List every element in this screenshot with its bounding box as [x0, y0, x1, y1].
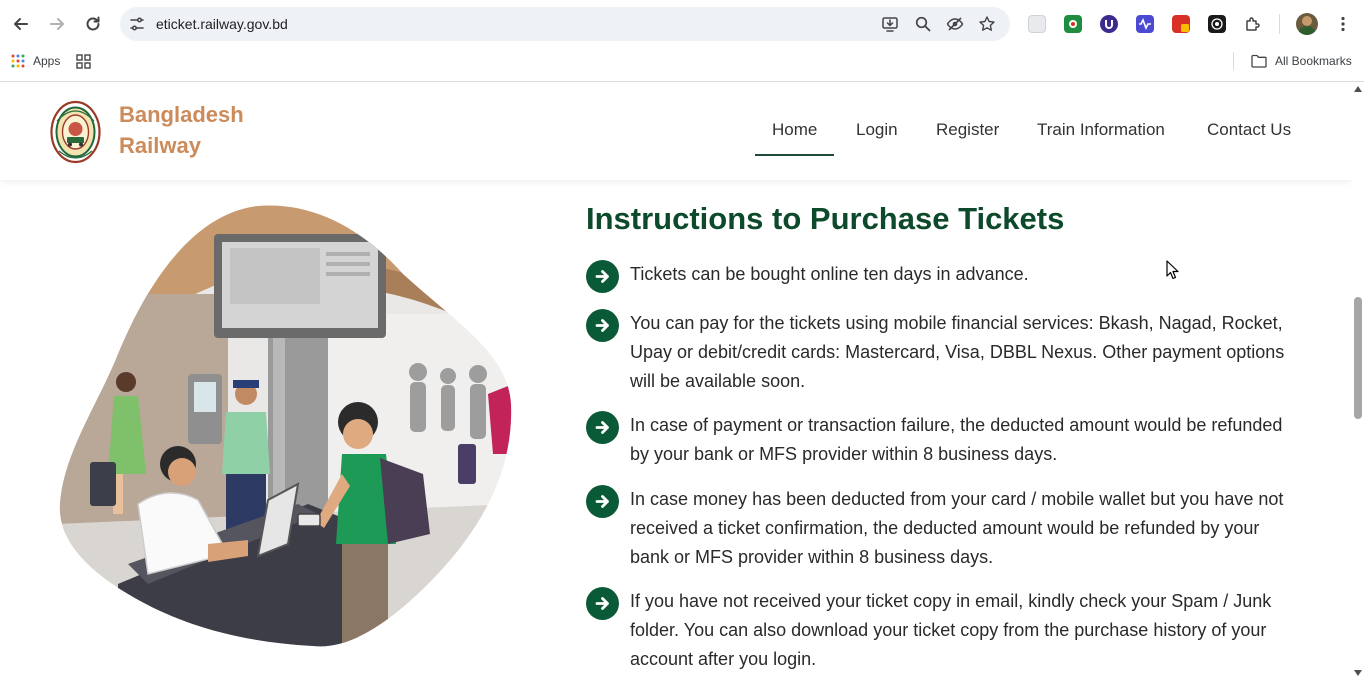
- bookmarks-bar: Apps All Bookmarks: [0, 48, 1364, 74]
- site-header: Bangladesh Railway Home Login Register T…: [0, 82, 1352, 180]
- menu-icon[interactable]: [1334, 15, 1352, 33]
- nav-register[interactable]: Register: [936, 120, 999, 140]
- url-text[interactable]: eticket.railway.gov.bd: [156, 16, 288, 32]
- nav-train-information[interactable]: Train Information: [1037, 120, 1165, 140]
- tab-groups-icon[interactable]: [76, 54, 91, 69]
- instruction-text: If you have not received your ticket cop…: [630, 591, 1272, 669]
- instruction-text: You can pay for the tickets using mobile…: [630, 313, 1285, 391]
- avatar[interactable]: [1296, 13, 1318, 35]
- arrow-right-circle-icon: [586, 485, 619, 518]
- page-scrollbar[interactable]: [1352, 82, 1364, 680]
- browser-toolbar: eticket.railway.gov.bd: [0, 0, 1364, 48]
- nav-login[interactable]: Login: [856, 120, 898, 140]
- arrow-right-circle-icon: [586, 260, 619, 293]
- mouse-cursor-icon: [1166, 260, 1179, 280]
- install-icon[interactable]: [881, 15, 899, 33]
- scroll-thumb[interactable]: [1354, 297, 1362, 419]
- extension-audio-icon[interactable]: [1136, 15, 1154, 33]
- nav-contact-us[interactable]: Contact Us: [1207, 120, 1291, 140]
- zoom-icon[interactable]: [914, 15, 932, 33]
- instruction-text: In case money has been deducted from you…: [630, 489, 1284, 567]
- nav-home[interactable]: Home: [772, 120, 817, 140]
- extension-record-icon[interactable]: [1064, 15, 1082, 33]
- ticket-kiosk-illustration: [59, 205, 512, 647]
- forward-icon[interactable]: [45, 12, 69, 36]
- nav-active-indicator: [755, 154, 834, 156]
- arrow-right-circle-icon: [586, 587, 619, 620]
- extension-u-icon[interactable]: [1100, 15, 1118, 33]
- page-title: Instructions to Purchase Tickets: [586, 201, 1065, 236]
- extensions-icon[interactable]: [1244, 15, 1262, 33]
- bangladesh-railway-logo-icon[interactable]: [50, 99, 101, 164]
- reload-icon[interactable]: [81, 12, 105, 36]
- eye-off-icon[interactable]: [946, 15, 964, 33]
- extension-pdf-icon[interactable]: [1172, 15, 1190, 33]
- folder-icon[interactable]: [1251, 54, 1267, 68]
- scroll-up-arrow-icon[interactable]: [1354, 86, 1362, 92]
- arrow-right-circle-icon: [586, 411, 619, 444]
- back-icon[interactable]: [9, 12, 33, 36]
- site-brand[interactable]: Bangladesh Railway: [119, 99, 279, 161]
- address-bar[interactable]: eticket.railway.gov.bd: [120, 7, 1010, 41]
- extension-grid-icon[interactable]: [1028, 15, 1046, 33]
- site-settings-icon[interactable]: [128, 15, 146, 33]
- star-icon[interactable]: [978, 15, 996, 33]
- bookmarks-divider: [1233, 52, 1234, 70]
- apps-icon[interactable]: [11, 54, 25, 68]
- instruction-text: In case of payment or transaction failur…: [630, 415, 1283, 464]
- arrow-right-circle-icon: [586, 309, 619, 342]
- extension-camera-icon[interactable]: [1208, 15, 1226, 33]
- scroll-down-arrow-icon[interactable]: [1354, 670, 1362, 676]
- page-content: Bangladesh Railway Home Login Register T…: [0, 82, 1352, 680]
- bookmark-apps[interactable]: Apps: [33, 54, 60, 68]
- all-bookmarks[interactable]: All Bookmarks: [1275, 54, 1352, 68]
- instruction-text: Tickets can be bought online ten days in…: [630, 264, 1029, 284]
- toolbar-divider: [1279, 14, 1280, 34]
